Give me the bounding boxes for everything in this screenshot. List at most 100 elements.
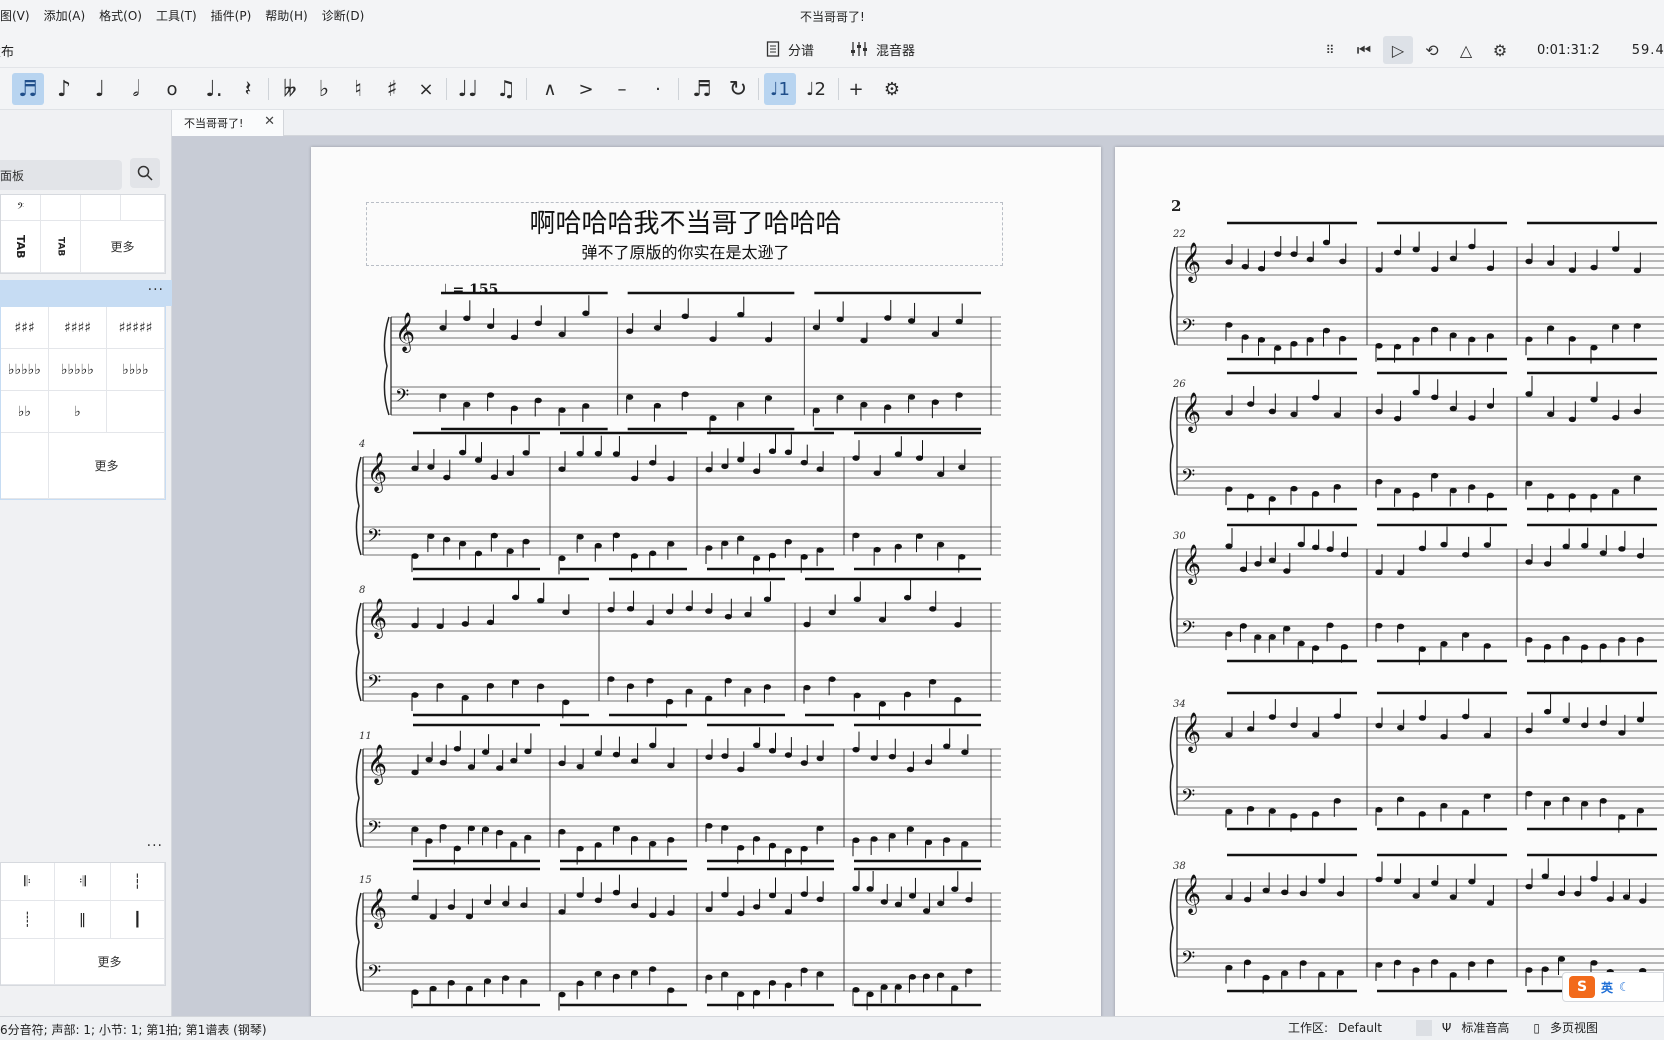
score-subtitle[interactable]: 弹不了原版的你实在是太逊了 bbox=[367, 239, 1004, 263]
mixer-button[interactable]: 混音器 bbox=[844, 36, 921, 62]
palette-cell[interactable] bbox=[41, 195, 81, 221]
key-signature-cell[interactable]: ♭♭♭♭ bbox=[107, 349, 165, 391]
score-title[interactable]: 啊哈哈哈我不当哥了哈哈哈 bbox=[367, 203, 1004, 240]
brace-icon bbox=[1169, 246, 1176, 346]
ime-toolbar[interactable]: S 英 ☾ bbox=[1562, 972, 1664, 1002]
workspace-select[interactable]: Default bbox=[1338, 1021, 1382, 1035]
flat-button[interactable]: ♭ bbox=[308, 73, 340, 105]
tab-clef-large[interactable]: TAB bbox=[1, 221, 41, 273]
tie-icon: ♩♩ bbox=[457, 76, 479, 102]
note-input-toolbar: ♬ ♪ ♩ 𝅗𝅥 o ♩. 𝄽 𝄫 ♭ ♮ ♯ × ♩♩ ♫ ∧ > – · ♬… bbox=[0, 68, 1664, 110]
publish-tab[interactable]: 发布 bbox=[0, 41, 14, 60]
score-view[interactable]: 啊哈哈哈我不当哥了哈哈哈 弹不了原版的你实在是太逊了 ♩ = 155 𝄞 𝄢 𝄞 𝄢 4… bbox=[172, 136, 1664, 1016]
marcato-button[interactable]: ∧ bbox=[534, 73, 566, 105]
menu-plugins[interactable]: 插件(P) bbox=[211, 7, 252, 24]
rest-button[interactable]: 𝄽 bbox=[232, 73, 264, 105]
key-signature-cell[interactable]: ♭♭♭♭♭ bbox=[1, 349, 49, 391]
whole-note-button[interactable]: o bbox=[156, 73, 188, 105]
palette-cell[interactable] bbox=[81, 195, 121, 221]
key-signature-cell[interactable] bbox=[107, 391, 165, 433]
half-note-button[interactable]: 𝅗𝅥 bbox=[120, 73, 152, 105]
bass-clef-icon: 𝄢 bbox=[1181, 618, 1195, 643]
slur-icon: ♫ bbox=[496, 76, 516, 102]
menu-tools[interactable]: 工具(T) bbox=[156, 7, 197, 24]
barline-cell[interactable]: ‖ bbox=[55, 901, 111, 939]
key-signatures-more-button[interactable]: 更多 bbox=[49, 433, 165, 499]
customize-toolbar-button[interactable]: ⚙ bbox=[876, 73, 908, 105]
menu-view[interactable]: 图(V) bbox=[0, 7, 30, 24]
palette-search-input[interactable]: 面板 bbox=[0, 160, 122, 190]
mixer-icon bbox=[851, 42, 868, 56]
double-flat-button[interactable]: 𝄫 bbox=[274, 73, 306, 105]
rewind-button[interactable]: ⏮ bbox=[1349, 36, 1379, 64]
title-frame[interactable]: 啊哈哈哈我不当哥了哈哈哈 弹不了原版的你实在是太逊了 bbox=[366, 202, 1003, 266]
sharp-button[interactable]: ♯ bbox=[376, 73, 408, 105]
key-signatures-palette-header[interactable]: ··· bbox=[0, 280, 172, 306]
drag-handle-icon[interactable]: ⠿ bbox=[1315, 36, 1345, 64]
key-signature-cell[interactable]: ♯♯♯♯ bbox=[49, 307, 107, 349]
status-controls: 工作区: Default Ψ 标准音高 ▯ 多页视图 bbox=[1288, 1019, 1598, 1036]
measure-number: 30 bbox=[1173, 531, 1186, 542]
parts-button[interactable]: 分谱 bbox=[760, 36, 820, 62]
tempo-marking[interactable]: ♩ = 155 bbox=[441, 282, 498, 298]
voice-1-button[interactable]: ♩1 bbox=[764, 73, 796, 105]
key-signature-cell[interactable]: ♭ bbox=[49, 391, 107, 433]
flip-button[interactable]: ↻ bbox=[722, 73, 754, 105]
staccato-button[interactable]: · bbox=[642, 73, 674, 105]
key-signature-cell[interactable]: ♯♯♯♯♯ bbox=[107, 307, 165, 349]
flat-icon: ♭ bbox=[318, 76, 330, 102]
tie-button[interactable]: ♩♩ bbox=[452, 73, 484, 105]
staccato-icon: · bbox=[655, 78, 661, 100]
barline-cell[interactable]: ┆ bbox=[111, 863, 165, 901]
concert-pitch-checkbox[interactable] bbox=[1415, 1019, 1432, 1036]
play-button[interactable]: ▷ bbox=[1383, 36, 1413, 64]
palette-cell[interactable] bbox=[1, 433, 49, 499]
close-icon[interactable]: ✕ bbox=[264, 114, 275, 129]
palette-cell[interactable] bbox=[1, 939, 55, 985]
bass-clef-icon: 𝄢 bbox=[1181, 316, 1195, 341]
bass-clef-icon: 𝄢 bbox=[367, 962, 381, 987]
barline-cell[interactable]: 𝄆 bbox=[1, 863, 55, 901]
measure-number: 15 bbox=[359, 875, 372, 886]
tuplet-button[interactable]: ♬ bbox=[686, 73, 718, 105]
view-mode-select[interactable]: 多页视图 bbox=[1550, 1019, 1598, 1036]
tenuto-button[interactable]: – bbox=[606, 73, 638, 105]
rewind-icon: ⏮ bbox=[1356, 40, 1372, 59]
dotted-note-button[interactable]: ♩. bbox=[198, 73, 230, 105]
note-input-mode-button[interactable]: ♬ bbox=[12, 73, 44, 105]
tab-clef-small[interactable]: TAB bbox=[41, 221, 81, 273]
menu-help[interactable]: 帮助(H) bbox=[265, 7, 307, 24]
ime-language[interactable]: 英 bbox=[1601, 979, 1613, 996]
key-signature-cell[interactable]: ♭♭♭♭♭ bbox=[49, 349, 107, 391]
loop-button[interactable]: ⟲ bbox=[1417, 36, 1447, 64]
palette-search-button[interactable] bbox=[130, 158, 160, 188]
quarter-note-button[interactable]: ♩ bbox=[84, 73, 116, 105]
slur-button[interactable]: ♫ bbox=[490, 73, 522, 105]
barlines-more-button[interactable]: 更多 bbox=[55, 939, 165, 985]
barline-cell[interactable]: ┊ bbox=[1, 901, 55, 939]
menu-format[interactable]: 格式(O) bbox=[99, 7, 142, 24]
add-button[interactable]: + bbox=[840, 73, 872, 105]
menu-diagnostic[interactable]: 诊断(D) bbox=[322, 7, 365, 24]
eighth-note-button[interactable]: ♪ bbox=[48, 73, 80, 105]
playback-settings-button[interactable]: ⚙ bbox=[1485, 36, 1515, 64]
score-tab[interactable]: 不当哥哥了! ✕ bbox=[172, 110, 284, 136]
barline-cell[interactable]: ┃ bbox=[111, 901, 165, 939]
clefs-more-button[interactable]: 更多 bbox=[81, 221, 165, 273]
grand-staff-system: 𝄞𝄢 bbox=[355, 723, 1001, 867]
palette-cell[interactable] bbox=[121, 195, 165, 221]
more-options-icon[interactable]: ··· bbox=[148, 282, 164, 298]
natural-button[interactable]: ♮ bbox=[342, 73, 374, 105]
metronome-button[interactable]: △ bbox=[1451, 36, 1481, 64]
palette-cell[interactable]: 𝄢 bbox=[1, 195, 41, 221]
key-signature-cell[interactable]: ♯♯♯ bbox=[1, 307, 49, 349]
double-sharp-button[interactable]: × bbox=[410, 73, 442, 105]
voice-2-button[interactable]: ♩2 bbox=[800, 73, 832, 105]
key-signatures-palette: ♯♯♯ ♯♯♯♯ ♯♯♯♯♯ ♭♭♭♭♭ ♭♭♭♭♭ ♭♭♭♭ ♭♭ ♭ 更多 bbox=[0, 306, 166, 500]
barline-cell[interactable]: 𝄇 bbox=[55, 863, 111, 901]
key-signature-cell[interactable]: ♭♭ bbox=[1, 391, 49, 433]
menu-add[interactable]: 添加(A) bbox=[44, 7, 86, 24]
concert-pitch-label[interactable]: 标准音高 bbox=[1461, 1019, 1509, 1036]
accent-button[interactable]: > bbox=[570, 73, 602, 105]
more-options-icon[interactable]: ··· bbox=[147, 838, 163, 854]
